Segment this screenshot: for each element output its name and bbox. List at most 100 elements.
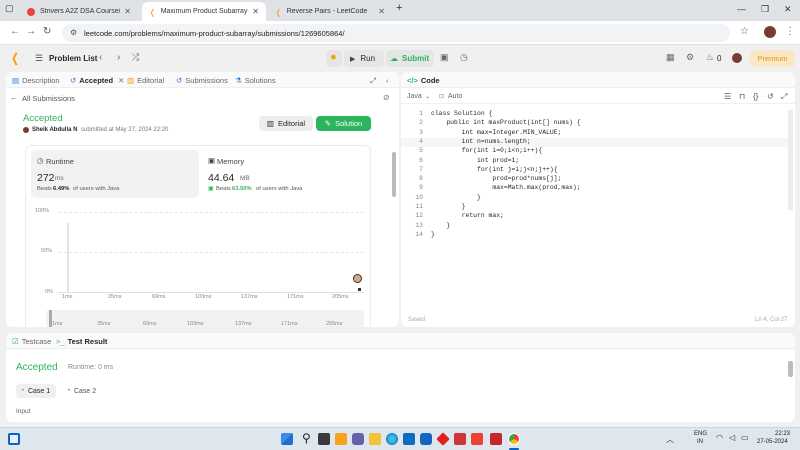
share-link-icon[interactable]: ⊘	[383, 93, 390, 102]
runtime-box[interactable]: ◷ Runtime 272 ms Beats 6.49% of users wi…	[31, 150, 199, 198]
chrome-icon[interactable]	[508, 433, 520, 445]
widgets-icon[interactable]	[335, 433, 347, 445]
region-code[interactable]: IN	[697, 439, 703, 445]
timer-icon[interactable]: ◷	[460, 52, 468, 63]
close-tab-icon[interactable]: ✕	[124, 7, 131, 16]
minimize-icon[interactable]: —	[737, 4, 746, 14]
test-result-panel: ☑ Testcase >_ Test Result Accepted Runtime…	[6, 333, 795, 422]
collapse-panel-icon[interactable]: ‹	[386, 76, 389, 85]
range-tick-label: 69ms	[143, 321, 157, 327]
store-icon[interactable]	[403, 433, 415, 445]
tab-test-result[interactable]: >_ Test Result	[56, 337, 107, 346]
reset-icon[interactable]: ↺	[767, 92, 774, 101]
browser-tab-reverse-pairs[interactable]: ❬ Reverse Pairs - LeetCode ✕	[268, 2, 392, 21]
solution-button[interactable]: ✎ Solution	[316, 116, 371, 131]
range-selector[interactable]: 1ms 35ms 69ms 103ms 137ms 171ms 205ms	[46, 310, 364, 327]
layout-icon[interactable]: ▦	[666, 52, 675, 63]
search-icon[interactable]: ⚲	[302, 431, 311, 445]
volume-icon[interactable]: ◁	[729, 433, 735, 442]
close-tab-icon[interactable]: ✕	[118, 76, 124, 85]
teams-icon[interactable]	[352, 433, 364, 445]
bookmark-star-icon[interactable]: ☆	[740, 26, 749, 37]
memory-unit: MB	[240, 175, 250, 182]
site-info-icon[interactable]: ⚙	[70, 28, 77, 37]
distribution-bar[interactable]	[67, 223, 69, 292]
tab-accepted[interactable]: ↺ Accepted ✕	[70, 76, 124, 85]
tab-testcase[interactable]: ☑ Testcase	[12, 337, 51, 346]
red-app-icon[interactable]	[436, 432, 450, 446]
shuffle-icon[interactable]: ⤮	[132, 52, 139, 63]
premium-button[interactable]: Premium	[750, 50, 795, 67]
language-select[interactable]: Java	[407, 93, 422, 100]
folder-icon[interactable]	[369, 433, 381, 445]
clock-date[interactable]: 27-05-2024	[757, 439, 788, 445]
bookmark-icon[interactable]: ⊓	[739, 92, 745, 101]
submit-button[interactable]: ☁ Submit	[386, 50, 434, 67]
app-icon[interactable]	[490, 433, 502, 445]
tab-description[interactable]: ▤ Description	[12, 76, 60, 85]
app-icon[interactable]	[454, 433, 466, 445]
my-submission-marker[interactable]	[353, 274, 362, 283]
close-tab-icon[interactable]: ✕	[252, 7, 259, 16]
profile-avatar[interactable]	[764, 26, 776, 38]
left-panel-scrollbar[interactable]	[392, 152, 396, 197]
leetcode-logo-icon[interactable]: ❬	[10, 51, 20, 65]
tab-label: Description	[22, 76, 60, 85]
user-avatar[interactable]	[732, 53, 742, 63]
back-arrow-icon[interactable]: ←	[10, 93, 18, 102]
close-window-icon[interactable]: ✕	[784, 4, 792, 15]
browser-menu-icon[interactable]: ⋮	[785, 26, 795, 37]
format-icon[interactable]: ☰	[724, 92, 731, 101]
fullscreen-icon[interactable]: ⤢	[781, 92, 787, 102]
submissions-icon: ↺	[176, 76, 183, 85]
chevron-down-icon[interactable]: ⌄	[425, 93, 430, 100]
wifi-icon[interactable]: ◠	[716, 433, 723, 442]
url-field[interactable]: ⚙ leetcode.com/problems/maximum-product-…	[62, 24, 730, 42]
braces-icon[interactable]: {}	[753, 92, 758, 101]
run-button[interactable]: ▶ Run	[344, 50, 384, 67]
settings-gear-icon[interactable]: ⚙	[686, 52, 694, 63]
debug-button[interactable]: ✹	[326, 50, 342, 67]
all-submissions-link[interactable]: All Submissions	[22, 94, 75, 103]
case-2-button[interactable]: • Case 2	[62, 384, 102, 398]
tab-editorial[interactable]: ▥ Editorial	[127, 76, 164, 85]
test-panel-scrollbar[interactable]	[788, 361, 793, 377]
bug-icon: ✹	[330, 53, 337, 62]
task-view-icon[interactable]	[8, 433, 20, 445]
browser-tab-striver[interactable]: Strivers A2Z DSA Course/Sheet ✕	[20, 2, 138, 21]
author-name[interactable]: Sheik Abdulla N	[32, 127, 77, 133]
language-code[interactable]: ENG	[694, 431, 707, 437]
tab-search-icon[interactable]: ▢	[5, 3, 14, 14]
reload-icon[interactable]: ↻	[43, 26, 51, 37]
notes-icon[interactable]: ▣	[440, 52, 449, 63]
restore-icon[interactable]: ❐	[761, 4, 769, 15]
case-1-button[interactable]: • Case 1	[16, 384, 56, 398]
battery-icon[interactable]: ▭	[741, 433, 749, 442]
mcafee-icon[interactable]	[471, 433, 483, 445]
new-tab-button[interactable]: +	[396, 2, 402, 14]
forward-arrow-icon[interactable]: →	[26, 26, 36, 37]
app-icon[interactable]	[420, 433, 432, 445]
show-hidden-icons-icon[interactable]: ︿	[666, 434, 674, 445]
tab-submissions[interactable]: ↺ Submissions	[176, 76, 228, 85]
close-tab-icon[interactable]: ✕	[378, 7, 385, 16]
mode-label[interactable]: Auto	[448, 93, 462, 100]
prev-problem-icon[interactable]: ‹	[99, 52, 102, 63]
x-axis-line	[59, 292, 364, 293]
tab-code[interactable]: </> Code	[407, 76, 440, 85]
tab-solutions[interactable]: ⚗ Solutions	[235, 76, 276, 85]
next-problem-icon[interactable]: ›	[117, 52, 120, 63]
editorial-button[interactable]: ▥ Editorial	[259, 116, 313, 131]
maximize-panel-icon[interactable]: ⤢	[370, 76, 376, 86]
memory-box[interactable]: ▣ Memory 44.64 MB ▣ Beats 63.50% of user…	[202, 150, 370, 198]
code-text: prod=prod*nums[j];	[431, 175, 562, 183]
browser-tab-max-product[interactable]: ❬ Maximum Product Subarray - Le ✕	[142, 2, 266, 21]
clock-time[interactable]: 22:23	[775, 431, 790, 437]
windows-start-icon[interactable]	[281, 433, 293, 445]
file-explorer-icon[interactable]	[318, 433, 330, 445]
edge-icon[interactable]	[386, 433, 398, 445]
problem-list-link[interactable]: Problem List	[49, 54, 97, 63]
back-arrow-icon[interactable]: ←	[10, 26, 20, 37]
code-area[interactable]: 1 class Solution { 2 public int maxProduc…	[401, 110, 795, 250]
editor-scrollbar[interactable]	[788, 110, 793, 210]
